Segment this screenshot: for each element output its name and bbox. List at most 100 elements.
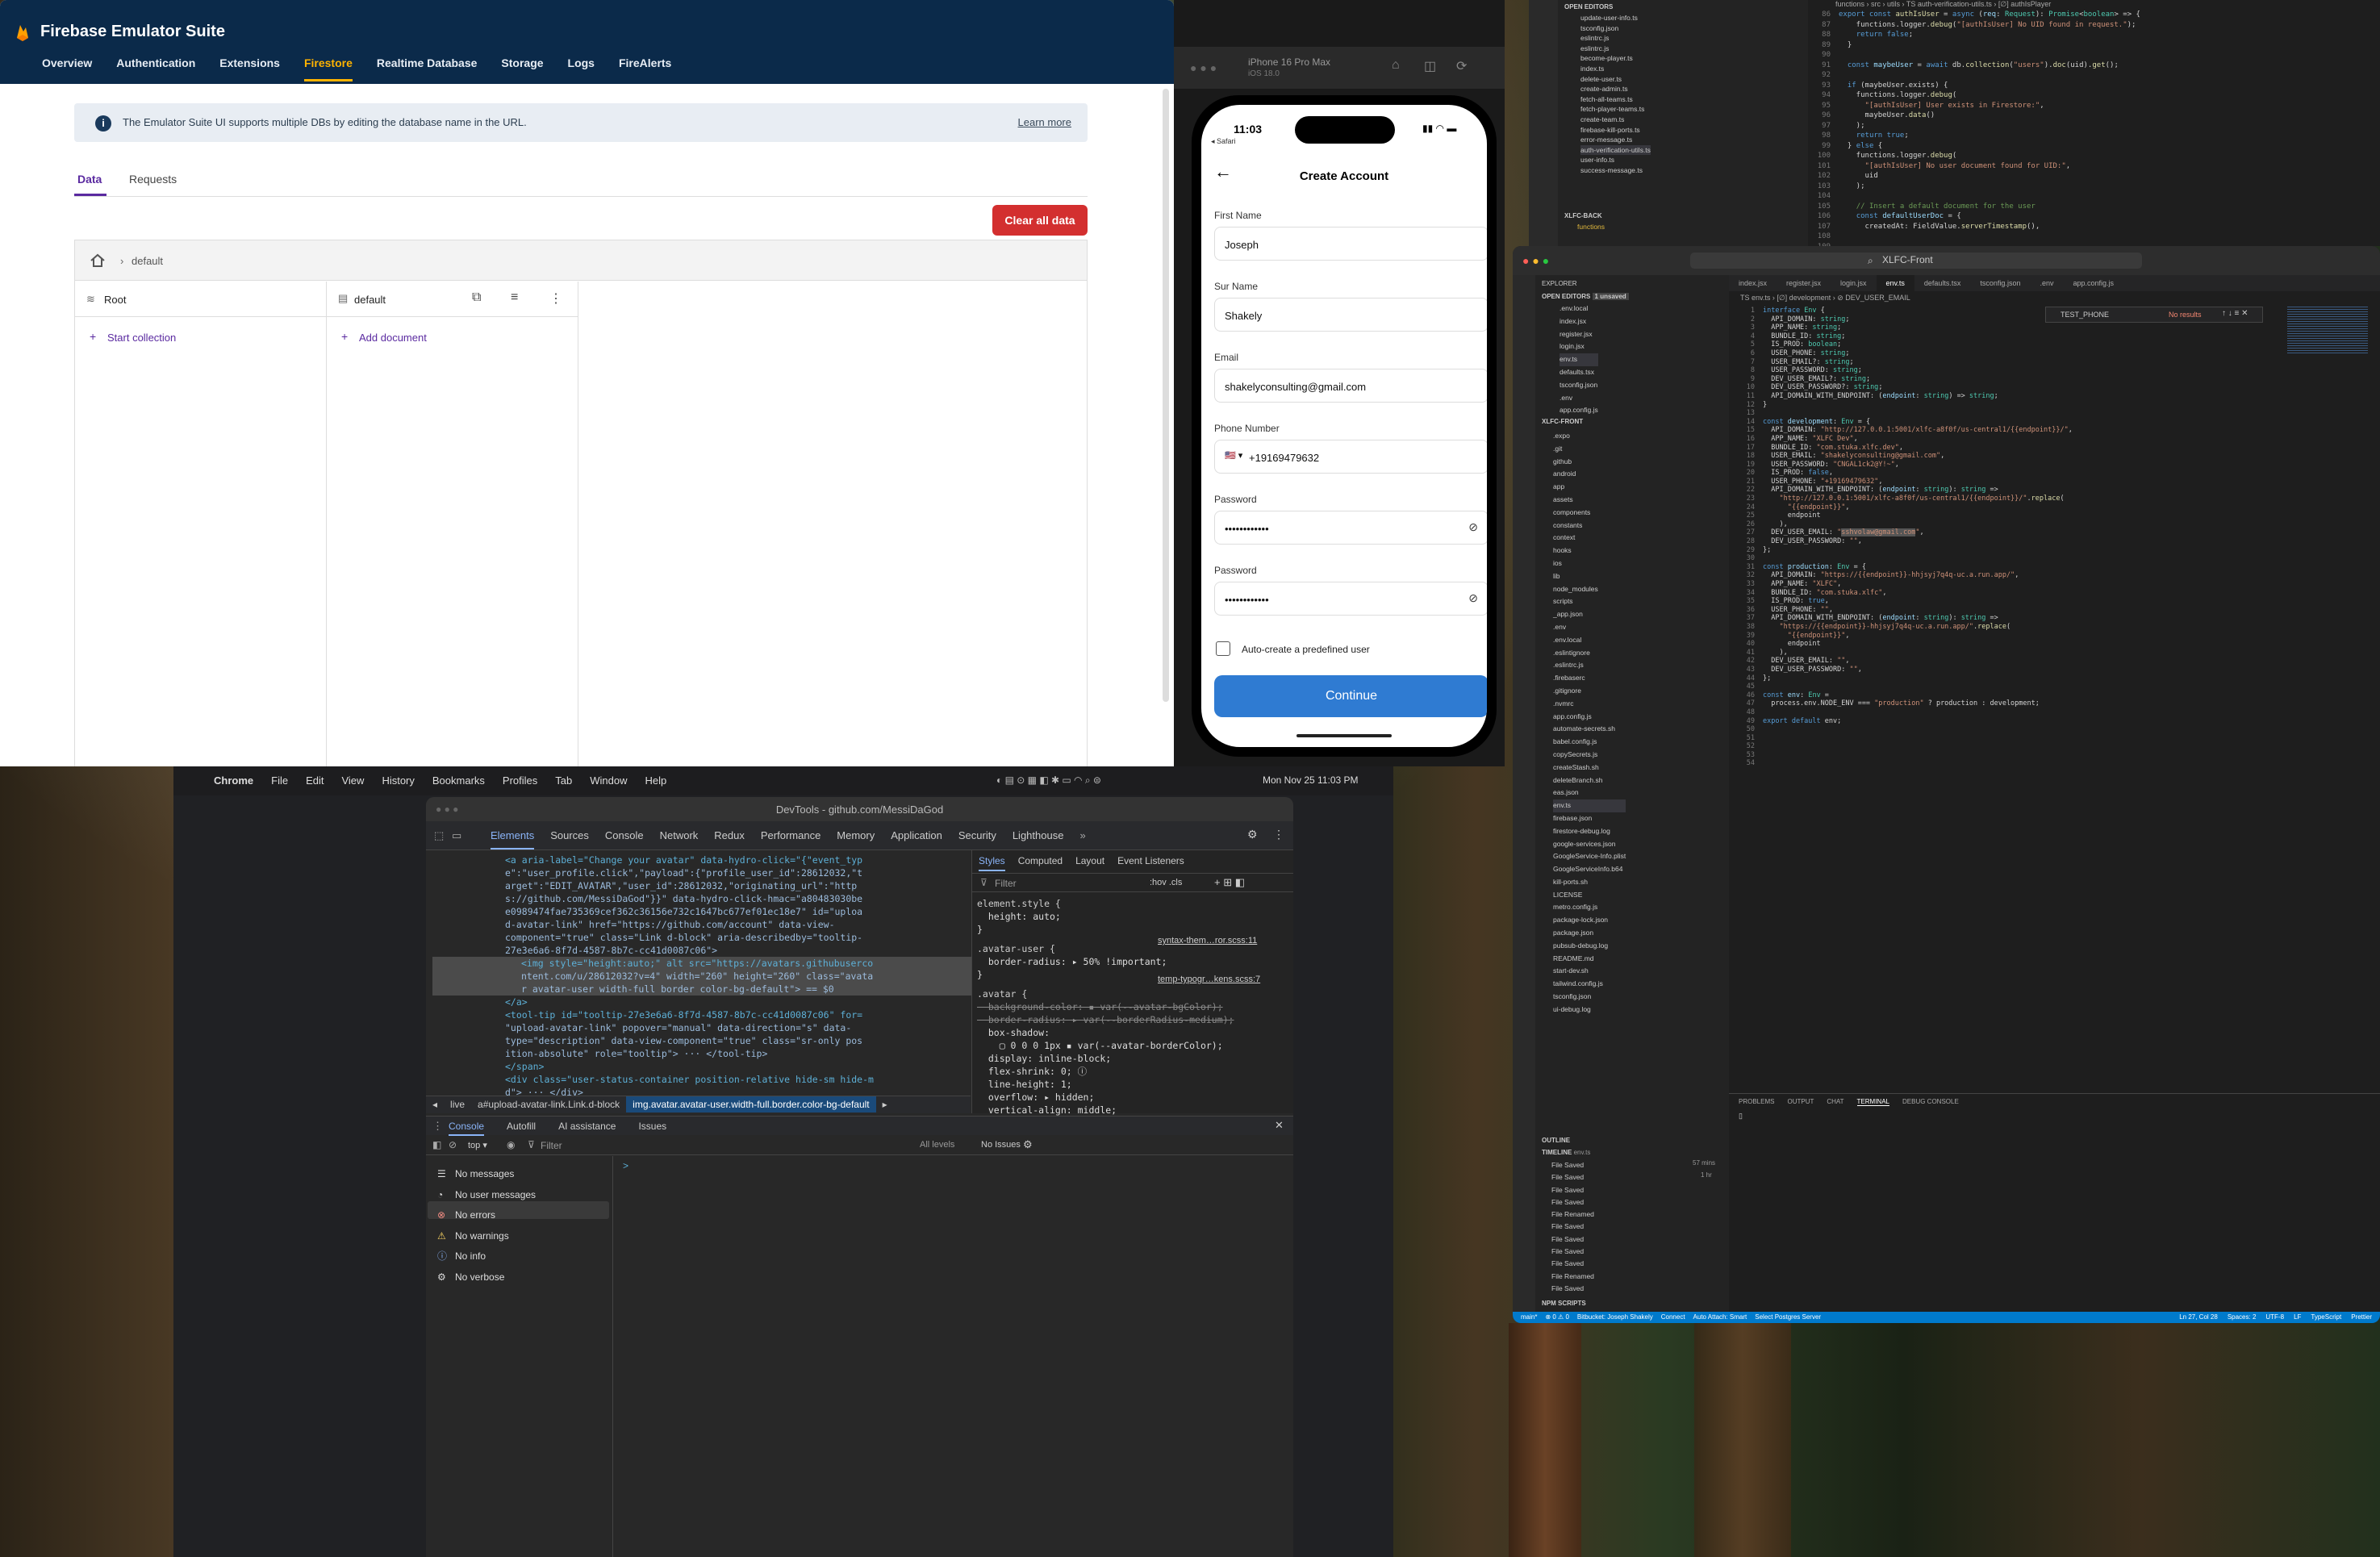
styles-tab[interactable]: Layout bbox=[1075, 855, 1104, 866]
file-tree-item[interactable]: ios bbox=[1553, 557, 1626, 570]
auto-create-checkbox[interactable] bbox=[1216, 641, 1230, 656]
settings-icon[interactable]: ⚙ bbox=[1247, 828, 1258, 841]
tab-firestore[interactable]: Firestore bbox=[303, 56, 353, 81]
continue-button[interactable]: Continue bbox=[1214, 675, 1487, 717]
devtools-tab[interactable]: Redux bbox=[714, 829, 745, 841]
editor-tab[interactable]: tsconfig.json bbox=[1970, 275, 2030, 291]
file-tree-item[interactable]: .nvmrc bbox=[1553, 698, 1626, 711]
file-tree-item[interactable]: .eslintrc.js bbox=[1553, 659, 1626, 672]
file-tree-item[interactable]: automate-secrets.sh bbox=[1553, 723, 1626, 736]
devtools-tab[interactable]: Memory bbox=[837, 829, 875, 841]
file-tree-item[interactable]: env.ts bbox=[1553, 799, 1626, 812]
open-editor-item[interactable]: app.config.js bbox=[1560, 404, 1598, 417]
levels-select[interactable]: All levels bbox=[920, 1140, 954, 1150]
file-item[interactable]: update-user-info.ts bbox=[1580, 13, 1651, 23]
sidebar-toggle-icon[interactable]: ◧ bbox=[432, 1139, 441, 1150]
dom-line[interactable]: <div class="user-status-container positi… bbox=[432, 1073, 973, 1086]
dom-line[interactable]: component="true" class="Link d-block" ar… bbox=[432, 931, 973, 944]
timeline-item[interactable]: File Renamed bbox=[1551, 1271, 1594, 1283]
file-item[interactable]: success-message.ts bbox=[1580, 165, 1651, 176]
timeline-item[interactable]: File Saved bbox=[1551, 1283, 1594, 1295]
file-tree-item[interactable]: .firebaserc bbox=[1553, 672, 1626, 685]
timeline-item[interactable]: File Saved bbox=[1551, 1159, 1594, 1171]
breadcrumb-db[interactable]: default bbox=[132, 255, 163, 267]
devtools-tab[interactable]: Sources bbox=[550, 829, 589, 841]
home-icon[interactable]: ⌂ bbox=[1392, 58, 1400, 73]
clear-all-data-button[interactable]: Clear all data bbox=[992, 205, 1088, 236]
file-tree-item[interactable]: .env bbox=[1553, 621, 1626, 634]
file-tree-item[interactable]: eas.json bbox=[1553, 787, 1626, 799]
file-tree-item[interactable]: app.config.js bbox=[1553, 711, 1626, 724]
open-editor-item[interactable]: login.jsx bbox=[1560, 340, 1598, 353]
eye-off-icon[interactable]: ⊘ bbox=[1468, 520, 1478, 534]
panel-tab[interactable]: OUTPUT bbox=[1787, 1098, 1814, 1105]
file-item[interactable]: fetch-player-teams.ts bbox=[1580, 104, 1651, 115]
timeline-item[interactable]: File Saved bbox=[1551, 1171, 1594, 1183]
dom-breadcrumb[interactable]: a#upload-avatar-link.Link.d-block bbox=[471, 1096, 626, 1112]
devtools-tab[interactable]: Lighthouse bbox=[1013, 829, 1064, 841]
open-editor-item[interactable]: .env.local bbox=[1560, 303, 1598, 315]
tab-realtime-database[interactable]: Realtime Database bbox=[377, 56, 478, 81]
code-editor[interactable]: export const authIsUser = async (req: Re… bbox=[1839, 10, 2140, 232]
status-item[interactable]: Spaces: 2 bbox=[2228, 1313, 2257, 1321]
add-document-button[interactable]: Add document bbox=[359, 332, 427, 344]
dom-line[interactable]: </span> bbox=[432, 1060, 973, 1073]
dom-line[interactable]: <tool-tip id="tooltip-27e3e6a6-8f7d-4587… bbox=[432, 1008, 973, 1021]
dom-breadcrumb[interactable]: live bbox=[444, 1096, 471, 1112]
css-line[interactable]: vertical-align: middle; bbox=[977, 1104, 1234, 1117]
file-tree-item[interactable]: tailwind.config.js bbox=[1553, 978, 1626, 991]
subtab-requests[interactable]: Requests bbox=[129, 173, 177, 186]
device-toggle-icon[interactable]: ▭ bbox=[452, 829, 461, 842]
menu-item[interactable]: Tab bbox=[555, 774, 572, 787]
clear-console-icon[interactable]: ⊘ bbox=[449, 1139, 457, 1150]
tab-authentication[interactable]: Authentication bbox=[116, 56, 195, 81]
dom-line[interactable]: <img style="height:auto;" alt src="https… bbox=[432, 957, 973, 970]
devtools-tab[interactable]: Elements bbox=[491, 829, 535, 849]
console-filter-item[interactable]: ☰ No messages bbox=[437, 1164, 536, 1185]
editor-tab[interactable]: register.jsx bbox=[1777, 275, 1831, 291]
file-tree-item[interactable]: .expo bbox=[1553, 430, 1626, 443]
file-tree-item[interactable]: github bbox=[1553, 456, 1626, 469]
file-tree-item[interactable]: assets bbox=[1553, 494, 1626, 507]
css-source-link[interactable]: temp-typogr…kens.scss:7 bbox=[1158, 975, 1260, 984]
drawer-tab[interactable]: Issues bbox=[638, 1121, 666, 1132]
editor-tab[interactable]: login.jsx bbox=[1831, 275, 1877, 291]
drawer-tab[interactable]: AI assistance bbox=[558, 1121, 616, 1132]
console-filter-item[interactable]: ◔ No user messages bbox=[437, 1185, 536, 1206]
file-item[interactable]: tsconfig.json bbox=[1580, 23, 1651, 34]
terminal-cursor[interactable]: ▯ bbox=[1739, 1112, 1743, 1121]
file-item[interactable]: create-admin.ts bbox=[1580, 84, 1651, 94]
file-tree-item[interactable]: lib bbox=[1553, 570, 1626, 583]
menu-item[interactable]: Edit bbox=[306, 774, 324, 787]
menu-item[interactable]: Help bbox=[645, 774, 667, 787]
find-widget[interactable]: TEST_PHONE No results ↑ ↓ ≡ ✕ bbox=[2045, 307, 2263, 323]
timeline-item[interactable]: File Renamed bbox=[1551, 1208, 1594, 1221]
eye-off-icon[interactable]: ⊘ bbox=[1468, 591, 1478, 605]
devtools-tab[interactable]: Network bbox=[660, 829, 699, 841]
file-item[interactable]: index.ts bbox=[1580, 64, 1651, 74]
tab-logs[interactable]: Logs bbox=[568, 56, 595, 81]
file-tree-item[interactable]: tsconfig.json bbox=[1553, 991, 1626, 1004]
styles-tab[interactable]: Computed bbox=[1018, 855, 1063, 866]
back-to-app[interactable]: ◂ Safari bbox=[1211, 137, 1236, 146]
open-editor-item[interactable]: defaults.tsx bbox=[1560, 366, 1598, 379]
file-item[interactable]: eslintrc.js bbox=[1580, 33, 1651, 44]
panel-tab[interactable]: PROBLEMS bbox=[1739, 1098, 1774, 1105]
subtab-data[interactable]: Data bbox=[77, 173, 102, 186]
file-item[interactable]: user-info.ts bbox=[1580, 155, 1651, 165]
dom-breadcrumb[interactable]: img.avatar.avatar-user.width-full.border… bbox=[626, 1096, 876, 1112]
screenshot-icon[interactable]: ◫ bbox=[1424, 58, 1436, 74]
file-tree-item[interactable]: app bbox=[1553, 481, 1626, 494]
file-tree-item[interactable]: firestore-debug.log bbox=[1553, 825, 1626, 838]
console-prompt[interactable]: > bbox=[623, 1160, 628, 1171]
more-vert-icon[interactable]: ⋮ bbox=[432, 1120, 443, 1133]
email-field[interactable]: shakelyconsulting@gmail.com bbox=[1214, 369, 1487, 403]
file-item[interactable]: delete-user.ts bbox=[1580, 74, 1651, 85]
file-tree-item[interactable]: GoogleServiceInfo.b64 bbox=[1553, 863, 1626, 876]
css-line[interactable]: .avatar { bbox=[977, 987, 1234, 1000]
css-line[interactable]: element.style { bbox=[977, 897, 1234, 910]
menu-item[interactable]: View bbox=[341, 774, 364, 787]
open-editor-item[interactable]: env.ts bbox=[1560, 353, 1598, 366]
menu-item[interactable]: Bookmarks bbox=[432, 774, 485, 787]
dom-line[interactable]: d-avatar-link" href="https://github.com/… bbox=[432, 918, 973, 931]
